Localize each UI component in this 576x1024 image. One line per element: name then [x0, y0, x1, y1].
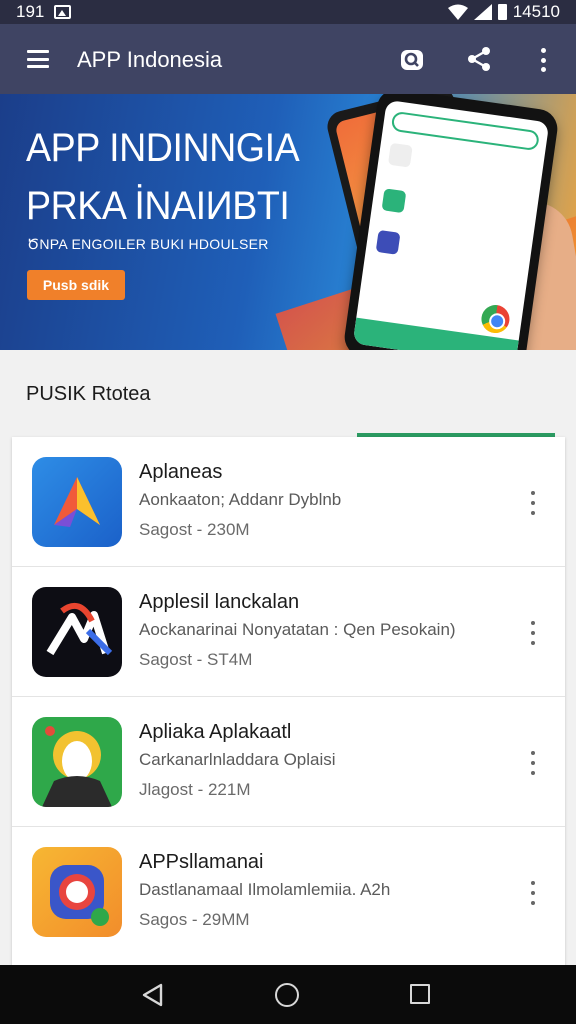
wifi-icon	[447, 4, 468, 20]
app-description: Dastlanamaal Ilmolamlemiia. A2h	[139, 880, 391, 899]
app-description: Carkanarlnladdara Oplaisi	[139, 750, 336, 769]
list-item[interactable]: Apliaka Aplakaatl Carkanarlnladdara Opla…	[12, 697, 565, 827]
app-description: Aonkaaton; Addanr Dyblnb	[139, 490, 342, 509]
list-item[interactable]: APPsllamanai Dastlanamaal Ilmolamlemiia.…	[12, 827, 565, 957]
app-bar: APP Indonesia	[0, 24, 576, 94]
app-name: APPsllamanai	[139, 851, 264, 873]
more-vert-icon[interactable]	[528, 751, 538, 775]
app-title: APP Indonesia	[77, 47, 223, 72]
section-title: PUSIK Rtotea	[26, 383, 151, 405]
mascot-app-icon	[32, 717, 122, 807]
app-list: Aplaneas Aonkaaton; Addanr Dyblnb Sagost…	[12, 437, 565, 970]
banner-cta-button[interactable]: Pusb sdik	[27, 270, 125, 300]
lens-app-icon	[32, 847, 122, 937]
more-vert-icon[interactable]	[528, 621, 538, 645]
status-bar: 191 14510	[0, 0, 576, 24]
phone-illustration	[342, 94, 560, 350]
home-icon[interactable]	[275, 983, 299, 1007]
banner-headline-1: APP INDINNGIA	[26, 126, 300, 170]
image-icon	[54, 5, 72, 19]
search-icon[interactable]	[400, 48, 424, 72]
more-vert-icon[interactable]	[528, 491, 538, 515]
app-name: Applesil lanckalan	[139, 591, 300, 613]
list-item[interactable]: Applesil lanckalan Aockanarinai Nonyatat…	[12, 567, 565, 697]
status-time-right: 14510	[512, 2, 560, 21]
signal-icon	[473, 4, 492, 20]
recent-apps-icon[interactable]	[410, 984, 430, 1004]
more-vert-icon[interactable]	[528, 881, 538, 905]
battery-icon	[497, 4, 507, 20]
app-name: Aplaneas	[139, 461, 223, 483]
navigation-bar	[0, 965, 576, 1024]
status-time-left: 191	[16, 2, 45, 21]
mx-app-icon	[32, 587, 122, 677]
arrow-app-icon	[32, 457, 122, 547]
share-icon[interactable]	[466, 46, 492, 72]
promo-banner[interactable]: APP INDINNGIA PRKA İNAIИBTI ԾNPA ENGOILE…	[0, 94, 576, 350]
app-meta: Sagost - 230M	[139, 520, 250, 539]
app-meta: Sagost - ST4M	[139, 650, 253, 669]
more-vert-icon[interactable]	[538, 48, 548, 72]
banner-headline-2: PRKA İNAIИBTI	[26, 184, 290, 228]
app-description: Aockanarinai Nonyatatan : Qen Pesokain)	[139, 620, 456, 639]
list-item[interactable]: Aplaneas Aonkaaton; Addanr Dyblnb Sagost…	[12, 437, 565, 567]
app-name: Apliaka Aplakaatl	[139, 721, 292, 743]
back-icon[interactable]	[141, 983, 165, 1007]
menu-icon[interactable]	[27, 50, 49, 68]
app-meta: Sagos - 29MM	[139, 910, 250, 929]
banner-subtitle: ԾNPA ENGOILER BUKI HDOULSER	[27, 236, 269, 252]
app-meta: Jlagost - 221M	[139, 780, 251, 799]
